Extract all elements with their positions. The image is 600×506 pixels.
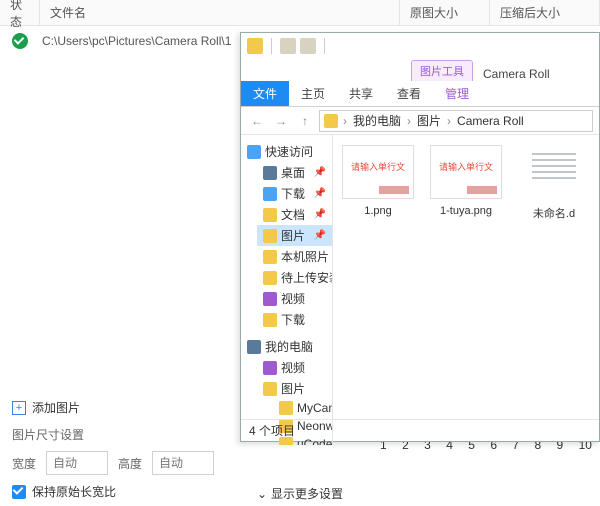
col-original-size[interactable]: 原图大小 xyxy=(400,0,490,25)
file-name: 1-tuya.png xyxy=(427,205,505,217)
width-label: 宽度 xyxy=(12,455,36,472)
tree-item[interactable]: 文档📌 xyxy=(257,204,332,225)
item-count: 4 个项目 xyxy=(249,422,295,439)
pin-icon: 📌 xyxy=(314,188,326,199)
thumbnail xyxy=(518,145,590,199)
tree-item[interactable]: MyCam xyxy=(273,399,332,417)
height-input[interactable] xyxy=(152,451,214,475)
nav-forward[interactable]: → xyxy=(271,111,291,131)
context-tab-label: 图片工具 xyxy=(411,60,473,81)
add-image-label: 添加图片 xyxy=(32,399,80,416)
desktop-icon xyxy=(263,166,277,180)
file-pane[interactable]: 请输入单行文 1.png 请输入单行文 1-tuya.png 未命名.d xyxy=(333,135,599,445)
file-name: 未命名.d xyxy=(515,205,593,221)
file-name: 1.png xyxy=(339,205,417,217)
tab-home[interactable]: 主页 xyxy=(289,81,337,106)
tab-view[interactable]: 查看 xyxy=(385,81,433,106)
tree-item[interactable]: 图片📌 xyxy=(257,225,332,246)
file-item[interactable]: 未命名.d xyxy=(515,145,593,221)
col-status[interactable]: 状态 xyxy=(0,0,40,25)
tree-item[interactable]: 待上传安装包 xyxy=(257,267,332,288)
pin-icon: 📌 xyxy=(314,167,326,178)
height-label: 高度 xyxy=(118,455,142,472)
tab-manage[interactable]: 管理 xyxy=(433,81,481,106)
download-icon xyxy=(263,187,277,201)
qat-icon[interactable] xyxy=(300,38,316,54)
folder-icon xyxy=(263,313,277,327)
folder-icon xyxy=(263,250,277,264)
status-bar: 4 个项目 xyxy=(241,419,599,441)
document-icon xyxy=(263,208,277,222)
tree-quick-access[interactable]: 快速访问 xyxy=(241,141,332,162)
col-compressed-size[interactable]: 压缩后大小 xyxy=(490,0,600,25)
pictures-icon xyxy=(263,229,277,243)
tree-item[interactable]: 桌面📌 xyxy=(257,162,332,183)
tree-item[interactable]: 下载 xyxy=(257,309,332,330)
tree-this-pc[interactable]: 我的电脑 xyxy=(241,336,332,357)
keep-ratio-checkbox[interactable] xyxy=(12,485,26,499)
tab-file[interactable]: 文件 xyxy=(241,81,289,106)
folder-icon xyxy=(279,401,293,415)
pin-icon: 📌 xyxy=(314,230,326,241)
width-input[interactable] xyxy=(46,451,108,475)
window-title: Camera Roll xyxy=(483,67,550,81)
ribbon-tabs: 文件 主页 共享 查看 管理 xyxy=(241,81,599,107)
tree-item[interactable]: 下载📌 xyxy=(257,183,332,204)
star-icon xyxy=(247,145,261,159)
address-bar[interactable]: ›我的电脑 ›图片 ›Camera Roll xyxy=(319,110,593,132)
folder-icon xyxy=(263,271,277,285)
plus-icon: + xyxy=(12,401,26,415)
thumbnail: 请输入单行文 xyxy=(430,145,502,199)
keep-ratio-label: 保持原始长宽比 xyxy=(32,483,116,500)
breadcrumb[interactable]: ›我的电脑 ›图片 ›Camera Roll xyxy=(340,112,527,129)
nav-back[interactable]: ← xyxy=(247,111,267,131)
pin-icon: 📌 xyxy=(314,209,326,220)
video-icon xyxy=(263,361,277,375)
tree-item[interactable]: 图片 xyxy=(257,378,332,399)
file-path: C:\Users\pc\Pictures\Camera Roll\1 xyxy=(42,34,231,48)
file-item[interactable]: 请输入单行文 1-tuya.png xyxy=(427,145,505,217)
tree-item[interactable]: 视频 xyxy=(257,288,332,309)
thumbnail: 请输入单行文 xyxy=(342,145,414,199)
file-item[interactable]: 请输入单行文 1.png xyxy=(339,145,417,217)
col-filename[interactable]: 文件名 xyxy=(40,0,400,25)
tree-item[interactable]: 本机照片 xyxy=(257,246,332,267)
nav-up[interactable]: ↑ xyxy=(295,111,315,131)
pictures-icon xyxy=(263,382,277,396)
show-more-button[interactable]: ⌄ 显示更多设置 xyxy=(257,485,343,502)
file-explorer-window: 图片工具 Camera Roll 文件 主页 共享 查看 管理 ← → ↑ ›我… xyxy=(240,32,600,442)
titlebar[interactable] xyxy=(241,33,599,59)
qat-icon[interactable] xyxy=(280,38,296,54)
nav-tree: 快速访问 桌面📌 下载📌 文档📌 图片📌 本机照片 待上传安装包 视频 下载 我… xyxy=(241,135,333,445)
video-icon xyxy=(263,292,277,306)
folder-icon xyxy=(247,38,263,54)
tab-share[interactable]: 共享 xyxy=(337,81,385,106)
table-header: 状态 文件名 原图大小 压缩后大小 xyxy=(0,0,600,26)
pc-icon xyxy=(247,340,261,354)
chevron-down-icon: ⌄ xyxy=(257,487,267,501)
status-ok-icon xyxy=(12,33,28,49)
tree-item[interactable]: 视频 xyxy=(257,357,332,378)
folder-icon xyxy=(324,114,338,128)
